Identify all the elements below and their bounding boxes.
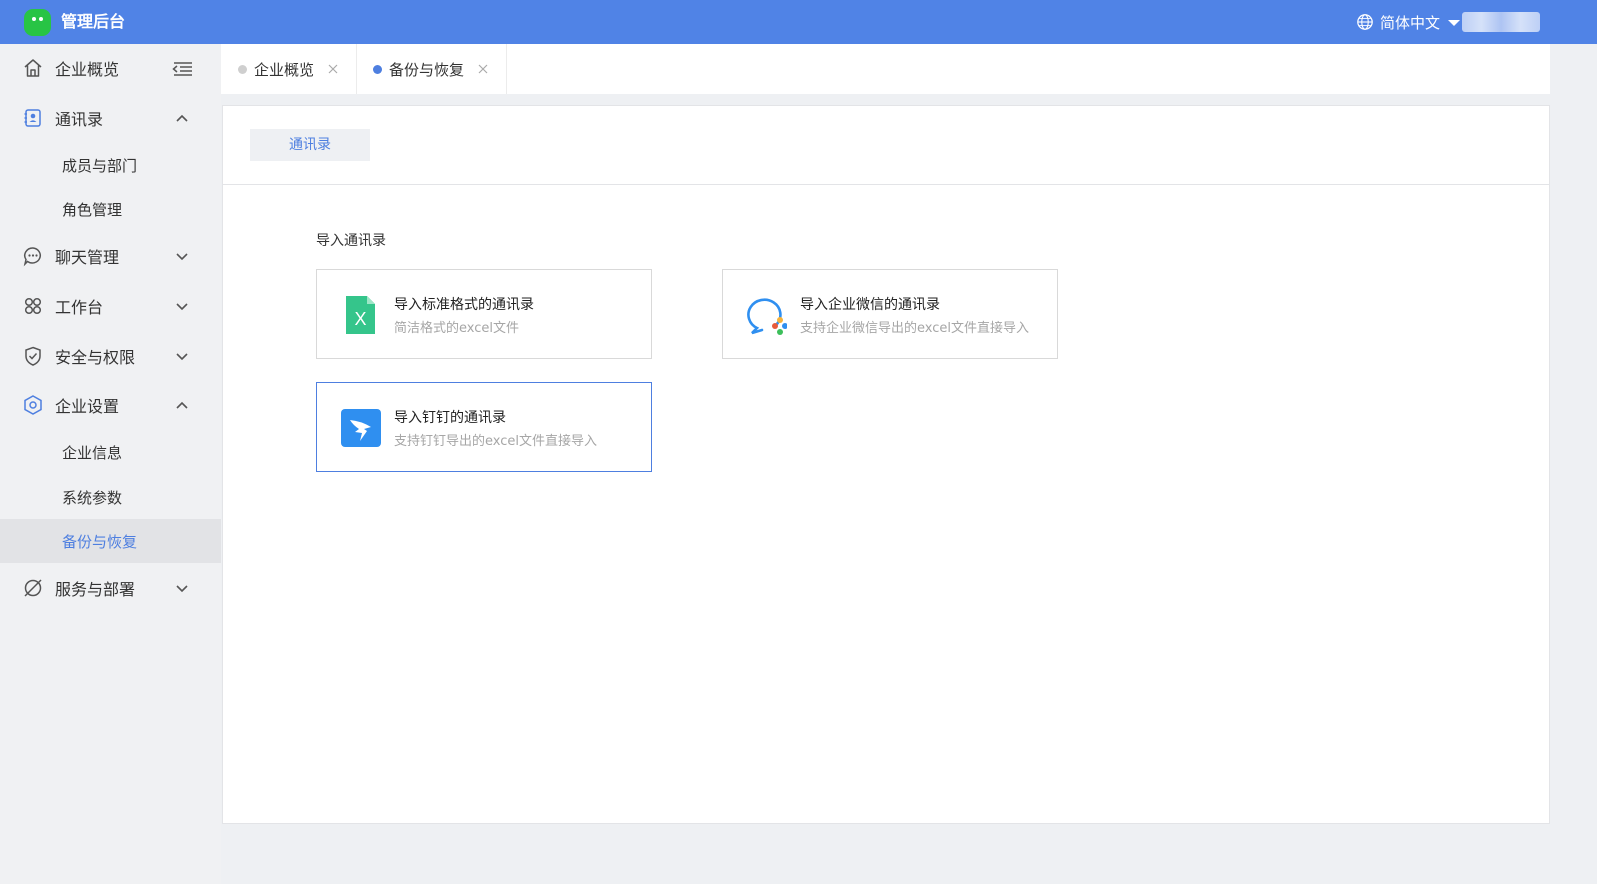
chevron-up-icon <box>176 401 188 409</box>
chevron-down-icon <box>176 303 188 311</box>
sidebar-item-service-deploy[interactable]: 服务与部署 <box>0 564 221 612</box>
import-dingtalk-card[interactable]: 导入钉钉的通讯录 支持钉钉导出的excel文件直接导入 <box>316 382 652 472</box>
svg-text:X: X <box>354 309 366 329</box>
language-selector[interactable]: 简体中文 <box>1356 10 1461 34</box>
excel-icon: X <box>346 296 375 334</box>
sidebar-subitem-roles[interactable]: 角色管理 <box>0 187 221 231</box>
sidebar-item-label: 工作台 <box>55 298 104 317</box>
sidebar-item-label: 聊天管理 <box>55 248 120 267</box>
close-icon[interactable] <box>478 64 488 74</box>
close-icon[interactable] <box>328 64 338 74</box>
chevron-up-icon <box>176 114 188 122</box>
service-icon <box>24 579 42 597</box>
app-title: 管理后台 <box>61 12 126 31</box>
sidebar-item-label: 通讯录 <box>55 110 104 129</box>
section-title: 导入通讯录 <box>316 233 386 249</box>
divider <box>223 184 1549 185</box>
sidebar-item-enterprise-settings[interactable]: 企业设置 <box>0 381 221 429</box>
contacts-icon <box>24 109 41 127</box>
chat-icon <box>23 247 41 267</box>
sidebar-item-workbench[interactable]: 工作台 <box>0 282 221 330</box>
sidebar-subitem-enterprise-info[interactable]: 企业信息 <box>0 430 221 474</box>
globe-icon <box>1357 14 1373 30</box>
top-bar: 管理后台 简体中文 <box>0 0 1597 44</box>
sidebar-subitem-backup-restore[interactable]: 备份与恢复 <box>0 519 221 563</box>
sidebar-item-label: 企业设置 <box>55 397 120 416</box>
tab-overview[interactable]: 企业概览 <box>221 44 358 94</box>
tab-status-dot <box>373 64 382 74</box>
import-standard-card[interactable]: X 导入标准格式的通讯录 简洁格式的excel文件 <box>316 269 652 359</box>
app-logo-icon <box>24 9 51 36</box>
sidebar-subitem-members[interactable]: 成员与部门 <box>0 143 221 187</box>
import-wecom-card[interactable]: 导入企业微信的通讯录 支持企业微信导出的excel文件直接导入 <box>722 269 1058 359</box>
tab-status-dot <box>238 64 247 74</box>
sidebar-item-label: 安全与权限 <box>55 348 136 367</box>
caret-down-icon <box>1448 20 1461 26</box>
card-title: 导入标准格式的通讯录 <box>394 297 534 313</box>
tab-label: 企业概览 <box>254 60 315 79</box>
card-description: 支持企业微信导出的excel文件直接导入 <box>800 321 1029 336</box>
chevron-down-icon <box>176 585 188 593</box>
tab-bar: 企业概览 备份与恢复 <box>221 44 1550 94</box>
sidebar-subitem-label: 角色管理 <box>62 201 123 219</box>
card-title: 导入钉钉的通讯录 <box>394 410 506 426</box>
language-label: 简体中文 <box>1380 13 1441 32</box>
sidebar-subitem-label: 企业信息 <box>62 444 123 462</box>
sidebar: 企业概览 通讯录 成员与部门 角色管理 聊天管理 工作台 安全与权限 企业设置 … <box>0 44 221 884</box>
sidebar-item-contacts[interactable]: 通讯录 <box>0 94 221 142</box>
sidebar-subitem-label: 备份与恢复 <box>62 533 138 551</box>
tab-contacts[interactable]: 通讯录 <box>250 129 370 161</box>
sidebar-subitem-label: 系统参数 <box>62 489 123 507</box>
dingtalk-icon <box>341 409 381 447</box>
card-description: 简洁格式的excel文件 <box>394 321 519 336</box>
sidebar-item-chat[interactable]: 聊天管理 <box>0 232 221 280</box>
tab-label: 备份与恢复 <box>389 60 465 79</box>
sidebar-subitem-system-params[interactable]: 系统参数 <box>0 475 221 519</box>
settings-icon <box>24 395 42 415</box>
user-name-blurred[interactable] <box>1462 12 1540 32</box>
shield-icon <box>25 346 41 366</box>
sidebar-item-label: 服务与部署 <box>55 580 136 599</box>
content-panel: 通讯录 导入通讯录 X 导入标准格式的通讯录 简洁格式的excel文件 导入企业… <box>222 105 1550 824</box>
sidebar-subitem-label: 成员与部门 <box>62 157 138 175</box>
chevron-down-icon <box>176 353 188 361</box>
wecom-icon <box>747 298 787 335</box>
collapse-menu-icon[interactable] <box>171 60 193 78</box>
chevron-down-icon <box>176 253 188 261</box>
home-icon <box>24 59 42 77</box>
workbench-icon <box>24 297 42 315</box>
tab-backup-restore[interactable]: 备份与恢复 <box>356 44 508 94</box>
card-title: 导入企业微信的通讯录 <box>800 297 940 313</box>
sidebar-item-label: 企业概览 <box>55 60 120 79</box>
sidebar-item-security[interactable]: 安全与权限 <box>0 332 221 380</box>
card-description: 支持钉钉导出的excel文件直接导入 <box>394 434 597 449</box>
